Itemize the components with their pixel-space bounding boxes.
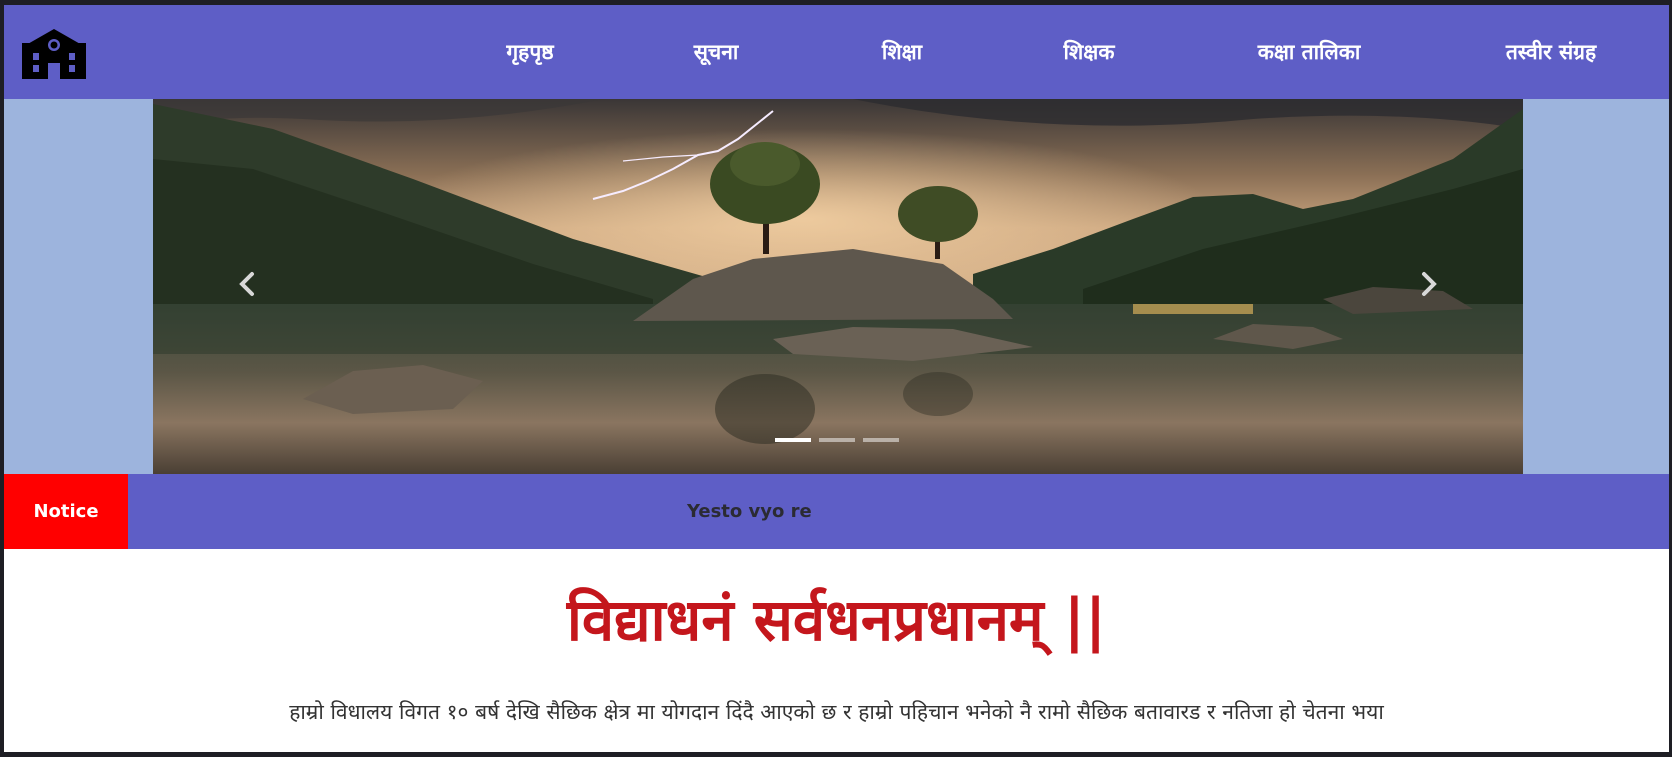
image-carousel[interactable] bbox=[153, 99, 1523, 474]
notice-bar: Notice Yesto vyo re bbox=[4, 474, 1669, 549]
nav-link-teachers[interactable]: शिक्षक bbox=[1064, 35, 1115, 69]
carousel-indicator[interactable] bbox=[863, 438, 899, 442]
nav-link-notice[interactable]: सूचना bbox=[694, 35, 739, 69]
navbar: गृहपृष्ठ सूचना शिक्षा शिक्षक कक्षा तालिक… bbox=[4, 5, 1669, 99]
nav-link-education[interactable]: शिक्षा bbox=[882, 35, 922, 69]
school-motto: विद्याधनं सर्वधनप्रधानम् || bbox=[566, 586, 1107, 654]
nav-link-gallery[interactable]: तस्वीर संग्रह bbox=[1506, 35, 1596, 69]
page: गृहपृष्ठ सूचना शिक्षा शिक्षक कक्षा तालिक… bbox=[4, 5, 1669, 752]
carousel-indicator[interactable] bbox=[819, 438, 855, 442]
carousel-indicator[interactable] bbox=[775, 438, 811, 442]
notice-label: Notice bbox=[4, 474, 128, 549]
nav-link-class-schedule[interactable]: कक्षा तालिका bbox=[1258, 35, 1361, 69]
carousel-slide-image bbox=[153, 99, 1523, 474]
chevron-right-icon[interactable] bbox=[1408, 264, 1448, 304]
hero-section bbox=[4, 99, 1669, 474]
school-building-icon[interactable] bbox=[22, 23, 86, 83]
school-description: हाम्रो विधालय विगत १० बर्ष देखि सैछिक क्… bbox=[289, 700, 1384, 724]
notice-ticker-text: Yesto vyo re bbox=[687, 501, 812, 522]
nav-link-home[interactable]: गृहपृष्ठ bbox=[506, 35, 553, 69]
chevron-left-icon[interactable] bbox=[228, 264, 268, 304]
